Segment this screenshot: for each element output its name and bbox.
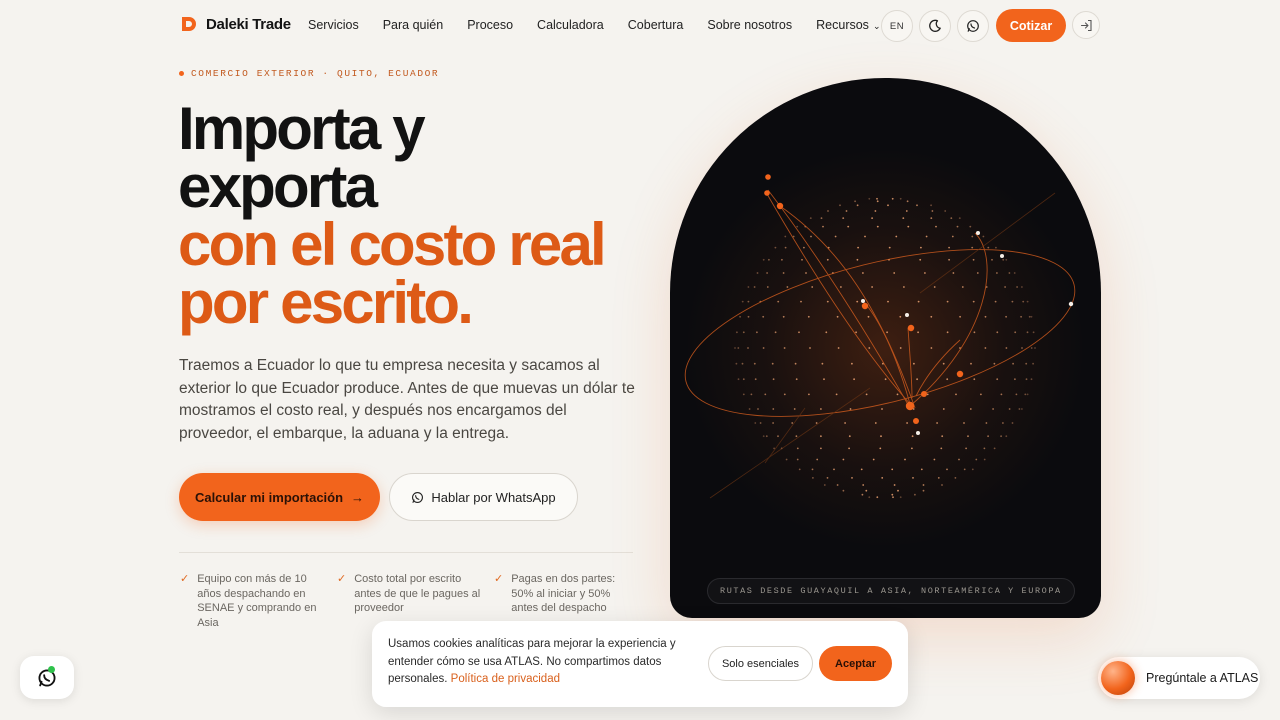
theme-toggle-button[interactable] <box>919 10 951 42</box>
atlas-orb-icon <box>1101 661 1135 695</box>
privacy-policy-link[interactable]: Política de privacidad <box>451 673 560 685</box>
quote-button[interactable]: Cotizar <box>996 9 1066 42</box>
headline-line-1: Importa y <box>178 95 426 162</box>
nav-link-calculadora[interactable]: Calculadora <box>537 18 604 32</box>
nav-link-servicios[interactable]: Servicios <box>308 18 359 32</box>
moon-icon <box>929 19 941 32</box>
feature-item: ✓ Costo total por escrito antes de que l… <box>337 572 487 616</box>
nav-links: Servicios Para quién Proceso Calculadora… <box>308 18 904 32</box>
whatsapp-chat-button[interactable]: Hablar por WhatsApp <box>389 473 578 521</box>
nav-link-cobertura[interactable]: Cobertura <box>628 18 684 32</box>
globe-illustration <box>684 148 1085 548</box>
hero-headline: Importa y exporta con el costo real por … <box>178 95 607 336</box>
whatsapp-nav-button[interactable] <box>957 10 989 42</box>
eyebrow-text: COMERCIO EXTERIOR · QUITO, ECUADOR <box>191 68 440 79</box>
calculate-import-label: Calcular mi importación <box>194 489 344 505</box>
headline-line-3: con el costo real <box>178 211 607 278</box>
arrow-right-icon: → <box>351 489 365 505</box>
feature-text: Pagas en dos partes: 50% al iniciar y 50… <box>511 573 616 614</box>
eyebrow-dot-icon <box>179 71 184 76</box>
whatsapp-float-button[interactable] <box>20 656 74 699</box>
whatsapp-chat-label: Hablar por WhatsApp <box>431 489 556 505</box>
hero-eyebrow: COMERCIO EXTERIOR · QUITO, ECUADOR <box>179 68 439 79</box>
feature-text: Equipo con más de 10 años despachando en… <box>197 573 317 629</box>
nav-link-recursos-label: Recursos <box>816 18 869 32</box>
brand-name: Daleki Trade <box>206 15 291 33</box>
feature-text: Costo total por escrito antes de que le … <box>354 573 481 614</box>
chevron-down-icon: ⌄ <box>872 21 881 31</box>
headline-line-2: exporta <box>178 153 378 220</box>
feature-item: ✓ Equipo con más de 10 años despachando … <box>180 572 330 630</box>
login-button[interactable] <box>1072 11 1100 39</box>
hero-lead: Traemos a Ecuador lo que tu empresa nece… <box>179 357 635 442</box>
cookie-text: Usamos cookies analíticas para mejorar l… <box>388 636 698 689</box>
nav-link-recursos[interactable]: Recursos ⌄ <box>816 18 880 32</box>
atlas-assistant-button[interactable]: Pregúntale a ATLAS <box>1098 657 1260 699</box>
online-status-dot <box>48 666 55 673</box>
brand-logo[interactable]: Daleki Trade <box>180 15 291 33</box>
nav-link-sobre-nosotros[interactable]: Sobre nosotros <box>707 18 792 32</box>
cookie-banner: Usamos cookies analíticas para mejorar l… <box>372 621 908 707</box>
whatsapp-icon <box>967 20 979 32</box>
top-navigation: Daleki Trade Servicios Para quién Proces… <box>0 0 1280 52</box>
routes-caption: RUTAS DESDE GUAYAQUIL A ASIA, NORTEAMÉRI… <box>707 578 1075 604</box>
check-icon: ✓ <box>337 573 347 585</box>
nav-link-para-quien[interactable]: Para quién <box>383 18 443 32</box>
hero-divider <box>179 552 633 553</box>
brand-mark-icon <box>182 17 196 31</box>
headline-line-4: por escrito. <box>178 269 474 336</box>
feature-item: ✓ Pagas en dos partes: 50% al iniciar y … <box>494 572 634 616</box>
globe-card: RUTAS DESDE GUAYAQUIL A ASIA, NORTEAMÉRI… <box>670 78 1101 618</box>
check-icon: ✓ <box>180 573 190 585</box>
language-toggle[interactable]: EN <box>881 10 913 42</box>
calculate-import-button[interactable]: Calcular mi importación → <box>179 473 380 521</box>
check-icon: ✓ <box>494 573 504 585</box>
login-icon <box>1080 19 1092 31</box>
accept-cookies-button[interactable]: Aceptar <box>819 646 892 681</box>
nav-link-proceso[interactable]: Proceso <box>467 18 513 32</box>
atlas-label: Pregúntale a ATLAS <box>1146 671 1259 685</box>
whatsapp-icon <box>412 491 424 503</box>
essential-cookies-button[interactable]: Solo esenciales <box>708 646 813 681</box>
